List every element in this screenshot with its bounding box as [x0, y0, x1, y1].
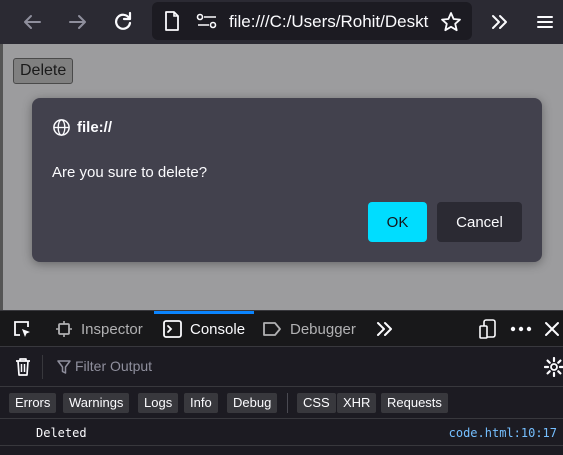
element-picker-button[interactable] — [12, 311, 32, 347]
filter-output-input[interactable]: Filter Output — [75, 358, 152, 374]
bookmark-button[interactable] — [435, 6, 467, 38]
tab-inspector[interactable]: Inspector — [55, 311, 143, 347]
devtools-panel: Inspector Console Debugger Filter Output… — [0, 310, 563, 455]
console-filter-bar: Filter Output — [0, 347, 563, 387]
reload-button[interactable] — [107, 6, 139, 38]
hamburger-icon — [537, 16, 553, 28]
forward-button[interactable] — [62, 6, 94, 38]
console-log-row: Deleted code.html:10:17 — [0, 420, 563, 446]
filter-logs[interactable]: Logs — [138, 393, 179, 413]
filter-xhr[interactable]: XHR — [337, 393, 377, 413]
tab-console[interactable]: Console — [163, 311, 245, 347]
devtools-tabbar: Inspector Console Debugger — [0, 310, 563, 347]
filter-errors[interactable]: Errors — [9, 393, 57, 413]
tab-inspector-label: Inspector — [81, 320, 143, 338]
devtools-options-button[interactable] — [510, 311, 532, 347]
filter-css[interactable]: CSS — [297, 393, 336, 413]
chip-divider — [287, 393, 288, 413]
responsive-icon — [479, 319, 496, 339]
dock-toggle-button[interactable] — [479, 311, 497, 347]
overflow-button[interactable] — [483, 6, 515, 38]
filter-debug[interactable]: Debug — [227, 393, 278, 413]
double-chevron-right-icon — [492, 15, 507, 29]
arrow-right-icon — [69, 15, 86, 29]
url-bar[interactable]: file:///C:/Users/Rohit/Deskt — [152, 2, 472, 40]
back-button[interactable] — [16, 6, 48, 38]
more-tabs-button[interactable] — [374, 311, 394, 347]
more-horizontal-icon — [510, 326, 532, 332]
globe-icon — [53, 119, 70, 136]
cancel-button[interactable]: Cancel — [437, 202, 522, 242]
delete-button[interactable]: Delete — [13, 58, 74, 84]
confirm-dialog: file:// Are you sure to delete? OK Cance… — [32, 98, 542, 262]
browser-window: file:///C:/Users/Rohit/Deskt Delete file… — [0, 0, 563, 455]
clear-console-button[interactable] — [13, 357, 33, 377]
log-message: Deleted — [36, 426, 87, 440]
filter-divider — [42, 355, 43, 379]
menu-button[interactable] — [529, 6, 561, 38]
log-source-link[interactable]: code.html:10:17 — [449, 426, 557, 440]
console-icon — [163, 320, 182, 338]
reload-icon — [115, 11, 132, 30]
filter-warnings[interactable]: Warnings — [63, 393, 130, 413]
tab-debugger[interactable]: Debugger — [262, 311, 356, 347]
trash-icon — [16, 358, 30, 376]
debugger-icon — [263, 322, 281, 336]
url-text[interactable]: file:///C:/Users/Rohit/Deskt — [229, 12, 428, 32]
double-chevron-right-icon — [377, 322, 392, 336]
log-level-filters: Errors Warnings Logs Info Debug CSS XHR … — [0, 387, 563, 419]
picker-icon — [14, 321, 30, 337]
page-icon — [164, 11, 180, 31]
arrow-left-icon — [24, 15, 41, 29]
browser-toolbar: file:///C:/Users/Rohit/Deskt — [0, 0, 563, 44]
close-icon — [545, 322, 559, 336]
filter-requests[interactable]: Requests — [381, 393, 448, 413]
filter-info[interactable]: Info — [184, 393, 218, 413]
dialog-title: file:// — [52, 118, 112, 137]
console-settings-button[interactable] — [544, 357, 563, 377]
gear-icon — [544, 357, 563, 377]
tab-debugger-label: Debugger — [290, 320, 356, 338]
dialog-title-text: file:// — [77, 119, 113, 136]
permissions-icon[interactable] — [196, 13, 218, 29]
inspector-icon — [56, 321, 72, 337]
filter-icon — [57, 359, 71, 375]
tab-console-label: Console — [190, 320, 246, 338]
close-devtools-button[interactable] — [544, 311, 560, 347]
star-icon — [441, 12, 461, 32]
ok-button[interactable]: OK — [368, 202, 427, 242]
dialog-message: Are you sure to delete? — [52, 164, 208, 181]
